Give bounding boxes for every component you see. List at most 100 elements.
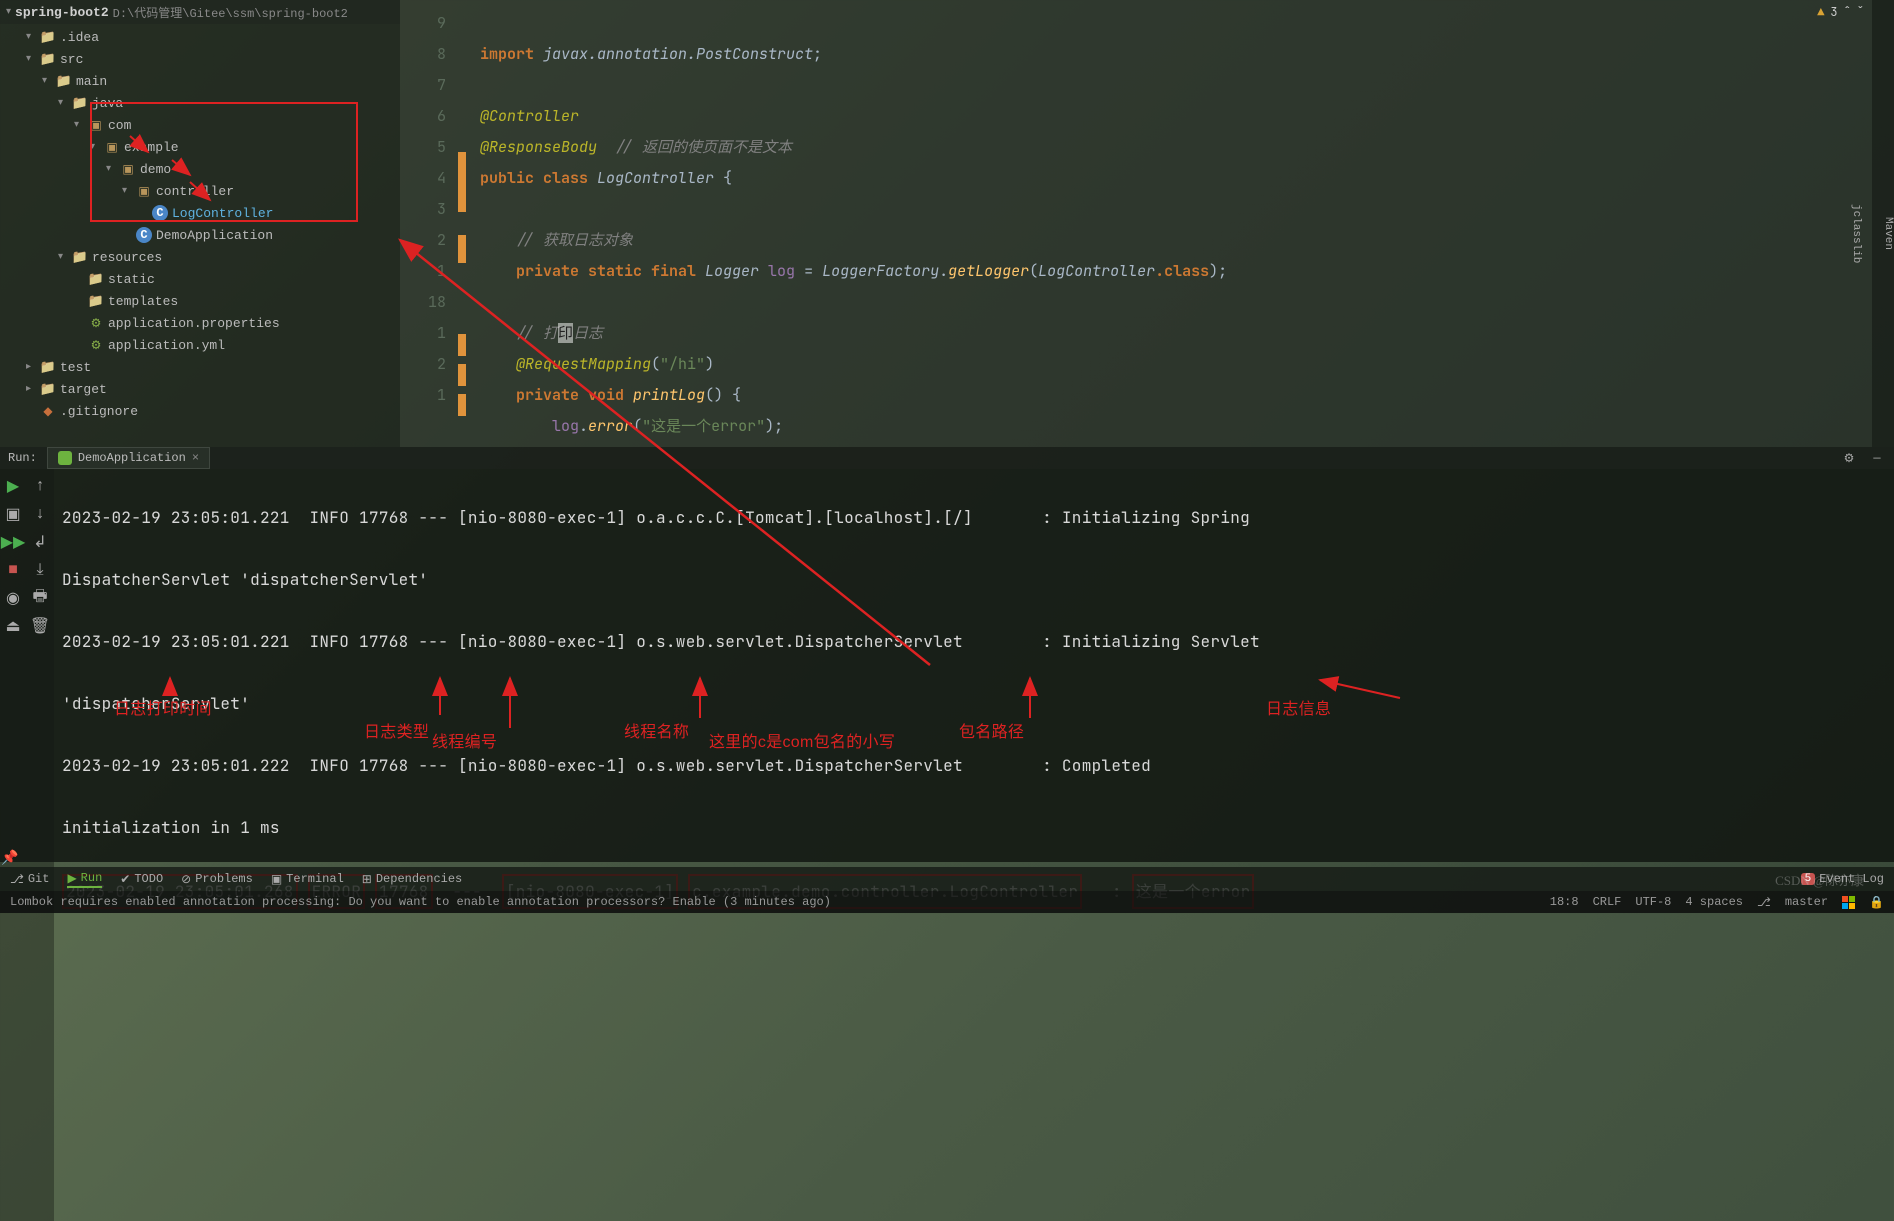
encoding[interactable]: UTF-8 [1635,895,1671,909]
folder-icon [40,29,56,45]
rerun-icon[interactable]: ▶ [4,477,22,495]
tab-dependencies[interactable]: ⊞ Dependencies [362,872,462,887]
tree-item-com[interactable]: ▾com [0,114,400,136]
tree-item-resources[interactable]: ▾resources [0,246,400,268]
tree-item-src[interactable]: ▾src [0,48,400,70]
tree-label: main [76,74,107,89]
todo-icon: ✔ [120,872,130,887]
tree-item-test[interactable]: ▸test [0,356,400,378]
prop-icon [88,315,104,331]
folder-icon [40,51,56,67]
tree-item-demoapplication[interactable]: C DemoApplication [0,224,400,246]
folder-icon [40,359,56,375]
class-icon: C [136,227,152,243]
editor-gutter[interactable]: 98765432118121 [400,0,456,447]
folder-icon [88,293,104,309]
pin-icon[interactable]: 📌 [0,850,20,867]
tree-label: com [108,118,131,133]
folder-icon [72,95,88,111]
tree-label: java [92,96,123,111]
project-path: D:\代码管理\Gitee\ssm\spring-boot2 [113,4,348,21]
settings-icon[interactable]: ⚙ [1840,449,1858,467]
console-output[interactable]: 2023-02-19 23:05:01.221 INFO 17768 --- [… [54,469,1894,1221]
project-tool-window[interactable]: ▾ spring-boot2 D:\代码管理\Gitee\ssm\spring-… [0,0,400,447]
tree-label: application.yml [108,338,225,353]
trash-icon[interactable]: 🗑 [31,617,49,635]
git-icon [40,403,56,419]
wrap-icon[interactable]: ↲ [31,533,49,551]
tree-item-demo[interactable]: ▾demo [0,158,400,180]
annotation-label-pkg: 包名路径 [959,717,1024,748]
right-sidebar[interactable]: Maven jclasslib [1872,0,1894,447]
run-icon[interactable]: ▶▶ [4,533,22,551]
tree-label: LogController [172,206,273,221]
run-label: Run: [8,451,37,465]
down-icon[interactable]: ↓ [31,505,49,523]
exit-icon[interactable]: ⏏ [4,617,22,635]
event-log[interactable]: 5 Event Log [1801,872,1884,886]
annotation-label-pid: 线程编号 [432,727,497,758]
tree-item-static[interactable]: static [0,268,400,290]
run-config-tab[interactable]: DemoApplication × [47,447,210,469]
status-bar: Lombok requires enabled annotation proce… [0,891,1894,913]
tab-run[interactable]: ▶ Run [67,871,102,888]
camera-icon[interactable]: ◉ [4,589,22,607]
layout-icon[interactable]: ▣ [4,505,22,523]
lock-icon[interactable]: 🔒 [1869,895,1884,910]
sidebar-tab-jclasslib[interactable]: jclasslib [1850,204,1862,263]
tree-label: DemoApplication [156,228,273,243]
tree-item-target[interactable]: ▸target [0,378,400,400]
log-line: 2023-02-19 23:05:01.221 INFO 17768 --- [… [62,502,1886,533]
tree-item-application-properties[interactable]: application.properties [0,312,400,334]
caret-pos[interactable]: 18:8 [1550,895,1579,909]
tree-item-controller[interactable]: ▾controller [0,180,400,202]
line-ending[interactable]: CRLF [1593,895,1622,909]
tree-label: .gitignore [60,404,138,419]
windows-logo-icon [1842,896,1855,909]
tree-label: application.properties [108,316,280,331]
stop-icon[interactable]: ■ [4,561,22,579]
run-toolbar-left2: ↑ ↓ ↲ ⤓ 🖶 🗑 [26,469,54,1221]
tree-item--gitignore[interactable]: .gitignore [0,400,400,422]
scroll-icon[interactable]: ⤓ [31,561,49,579]
play-icon: ▶ [67,871,76,886]
tab-terminal[interactable]: ▣ Terminal [271,872,344,887]
tab-todo[interactable]: ✔ TODO [120,872,163,887]
tree-item-example[interactable]: ▾example [0,136,400,158]
code-area[interactable]: import javax.annotation.PostConstruct; @… [480,8,1874,473]
yml-icon [88,337,104,353]
tree-item-logcontroller[interactable]: C LogController [0,202,400,224]
up-icon[interactable]: ↑ [31,477,49,495]
tab-problems[interactable]: ⊘ Problems [181,872,253,887]
tree-label: src [60,52,83,67]
tree-item-templates[interactable]: templates [0,290,400,312]
tree-item--idea[interactable]: ▾.idea [0,26,400,48]
log-line: DispatcherServlet 'dispatcherServlet' [62,564,1886,595]
tree-item-java[interactable]: ▾java [0,92,400,114]
tree-label: static [108,272,155,287]
class-icon: C [152,205,168,221]
tree-label: test [60,360,91,375]
status-message[interactable]: Lombok requires enabled annotation proce… [10,895,831,909]
problems-icon: ⊘ [181,872,191,887]
pkg-icon [88,117,104,133]
deps-icon: ⊞ [362,872,372,887]
code-editor[interactable]: ▲ 3 ˆ ˇ 98765432118121 import javax.anno… [400,0,1894,447]
terminal-icon: ▣ [271,872,282,887]
print-icon[interactable]: 🖶 [31,589,49,607]
indent[interactable]: 4 spaces [1685,895,1743,909]
close-icon[interactable]: × [192,451,199,465]
tree-item-main[interactable]: ▾main [0,70,400,92]
tab-git[interactable]: ⎇ Git [10,872,49,887]
annotation-label-pkg-note: 这里的c是com包名的小写 [709,727,895,758]
hide-icon[interactable]: — [1868,449,1886,467]
editor-change-strip [456,0,468,447]
run-tool-window[interactable]: Run: DemoApplication × ⚙ — ▶ ▣ ▶▶ ■ ◉ ⏏ … [0,447,1894,862]
pkg-icon [120,161,136,177]
git-icon: ⎇ [10,872,24,887]
git-branch[interactable]: master [1785,895,1828,909]
tree-item-application-yml[interactable]: application.yml [0,334,400,356]
tree-label: demo [140,162,171,177]
sidebar-tab-maven[interactable]: Maven [1882,217,1894,250]
tree-label: resources [92,250,162,265]
